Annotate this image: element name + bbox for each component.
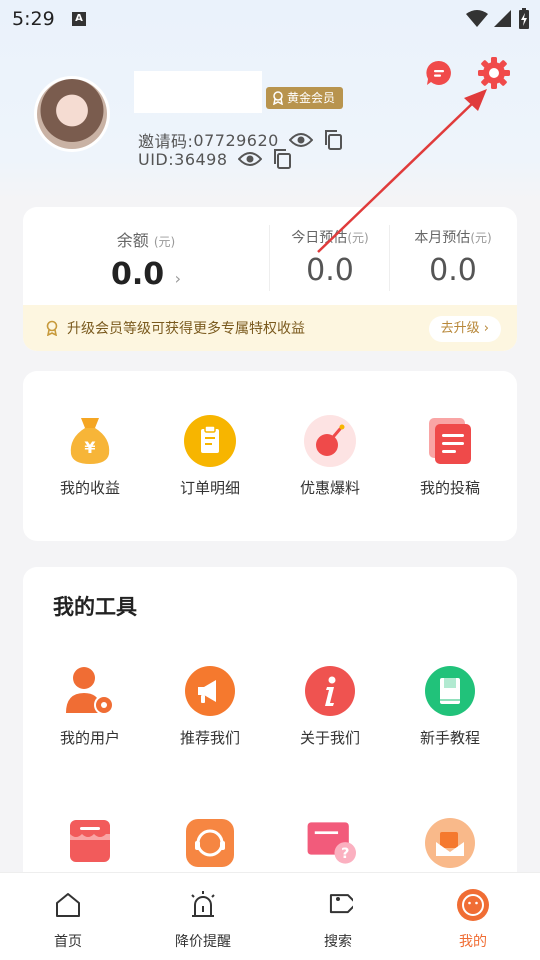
- today-label: 今日预估: [291, 230, 348, 246]
- menu-my-submissions[interactable]: 我的投稿: [390, 415, 510, 498]
- username-placeholder: [134, 71, 262, 113]
- nav-label: 首页: [54, 934, 82, 950]
- balance-unit: (元): [153, 235, 176, 249]
- medal-icon: [46, 320, 58, 336]
- battery-icon: [519, 8, 529, 29]
- balance-value: 0.0: [110, 257, 165, 292]
- status-bar: 5:29 A: [0, 0, 540, 38]
- home-icon: [18, 887, 118, 923]
- settings-gear-icon[interactable]: [477, 56, 511, 94]
- eye-icon[interactable]: [237, 151, 262, 167]
- info-icon: [304, 665, 356, 717]
- menu-order-details[interactable]: 订单明细: [150, 415, 270, 498]
- month-estimate: 本月预估(元) 0.0: [389, 207, 517, 288]
- upgrade-banner[interactable]: 升级会员等级可获得更多专属特权收益 去升级 ›: [23, 305, 517, 351]
- tool-beginner-guide[interactable]: 新手教程: [390, 665, 510, 748]
- nav-label: 搜索: [324, 934, 352, 950]
- uid-label: UID:: [138, 149, 175, 169]
- tool-my-users[interactable]: 我的用户: [30, 665, 150, 748]
- money-bag-icon: ¥: [64, 415, 116, 467]
- store-icon: [64, 817, 116, 869]
- megaphone-icon: [184, 665, 236, 717]
- copy-icon[interactable]: [272, 148, 292, 170]
- nav-home[interactable]: 首页: [18, 887, 118, 951]
- clipboard-icon: [184, 415, 236, 467]
- tools-title: 我的工具: [53, 595, 137, 619]
- chevron-right-icon: ›: [174, 269, 181, 288]
- alarm-icon: [153, 887, 253, 923]
- tool-recommend-us[interactable]: 推荐我们: [150, 665, 270, 748]
- status-icons: [466, 8, 530, 30]
- month-unit: (元): [470, 231, 492, 245]
- menu-deals[interactable]: 优惠爆料: [270, 415, 390, 498]
- tool-about-us[interactable]: 关于我们: [270, 665, 390, 748]
- help-box-icon: ?: [304, 817, 356, 869]
- medal-icon: [273, 91, 283, 105]
- bomb-icon: [304, 415, 356, 467]
- upgrade-text: 升级会员等级可获得更多专属特权收益: [67, 321, 305, 337]
- tool-label: 关于我们: [299, 729, 360, 747]
- eye-icon[interactable]: [288, 132, 313, 148]
- nav-label: 我的: [459, 934, 487, 950]
- tag-icon: [288, 887, 388, 923]
- upgrade-button[interactable]: 去升级 ›: [428, 316, 501, 342]
- tool-mail[interactable]: [390, 817, 510, 869]
- divider: [269, 225, 270, 291]
- document-icon: [424, 415, 476, 467]
- uid-value: 36498: [174, 149, 228, 169]
- month-label: 本月预估: [414, 230, 471, 246]
- user-settings-icon: [64, 665, 116, 717]
- menu-label: 优惠爆料: [299, 479, 360, 497]
- nav-search[interactable]: 搜索: [288, 887, 388, 951]
- today-estimate: 今日预估(元) 0.0: [271, 207, 389, 288]
- today-value: 0.0: [306, 253, 354, 288]
- bottom-navigation: 首页 降价提醒 搜索 我的: [0, 872, 540, 960]
- nav-price-alert[interactable]: 降价提醒: [153, 887, 253, 951]
- balance-card: 余额 (元) 0.0 › 今日预估(元) 0.0 本月预估(元) 0.0 升级会…: [23, 207, 517, 351]
- quick-menu-card: ¥ 我的收益 订单明细 优惠爆料 我的投稿: [23, 371, 517, 541]
- menu-label: 订单明细: [179, 479, 240, 497]
- balance-label: 余额: [116, 231, 149, 250]
- signal-icon: [494, 10, 511, 27]
- status-time: 5:29: [12, 8, 55, 30]
- menu-my-earnings[interactable]: ¥ 我的收益: [30, 415, 150, 498]
- uid-row: UID: 36498: [138, 148, 292, 170]
- tools-card: 我的工具 我的用户 推荐我们 关于我们 新手教程 ?: [23, 567, 517, 872]
- svg-text:?: ?: [341, 846, 349, 862]
- vip-badge[interactable]: 黄金会员: [266, 87, 344, 109]
- headset-icon: [184, 817, 236, 869]
- notification-icon: A: [72, 12, 86, 26]
- tool-store[interactable]: [30, 817, 150, 869]
- avatar[interactable]: [34, 76, 110, 152]
- menu-label: 我的收益: [59, 479, 120, 497]
- today-unit: (元): [347, 231, 369, 245]
- message-icon[interactable]: [426, 60, 452, 90]
- nav-label: 降价提醒: [175, 934, 231, 950]
- nav-mine[interactable]: 我的: [423, 887, 523, 951]
- menu-label: 我的投稿: [419, 479, 480, 497]
- vip-badge-label: 黄金会员: [287, 91, 336, 105]
- copy-icon[interactable]: [323, 129, 343, 151]
- book-icon: [424, 665, 476, 717]
- tool-label: 推荐我们: [179, 729, 240, 747]
- tool-help[interactable]: ?: [270, 817, 390, 869]
- invite-code-value: 07729620: [193, 130, 279, 150]
- tool-label: 我的用户: [59, 729, 120, 747]
- profile-face-icon: [423, 887, 523, 923]
- avatar-image: [37, 79, 107, 149]
- wifi-icon: [466, 10, 488, 27]
- mail-icon: [424, 817, 476, 869]
- svg-text:¥: ¥: [84, 438, 95, 457]
- tool-label: 新手教程: [419, 729, 480, 747]
- tool-customer-service[interactable]: [150, 817, 270, 869]
- month-value: 0.0: [429, 253, 477, 288]
- balance-main[interactable]: 余额 (元) 0.0 ›: [23, 207, 269, 292]
